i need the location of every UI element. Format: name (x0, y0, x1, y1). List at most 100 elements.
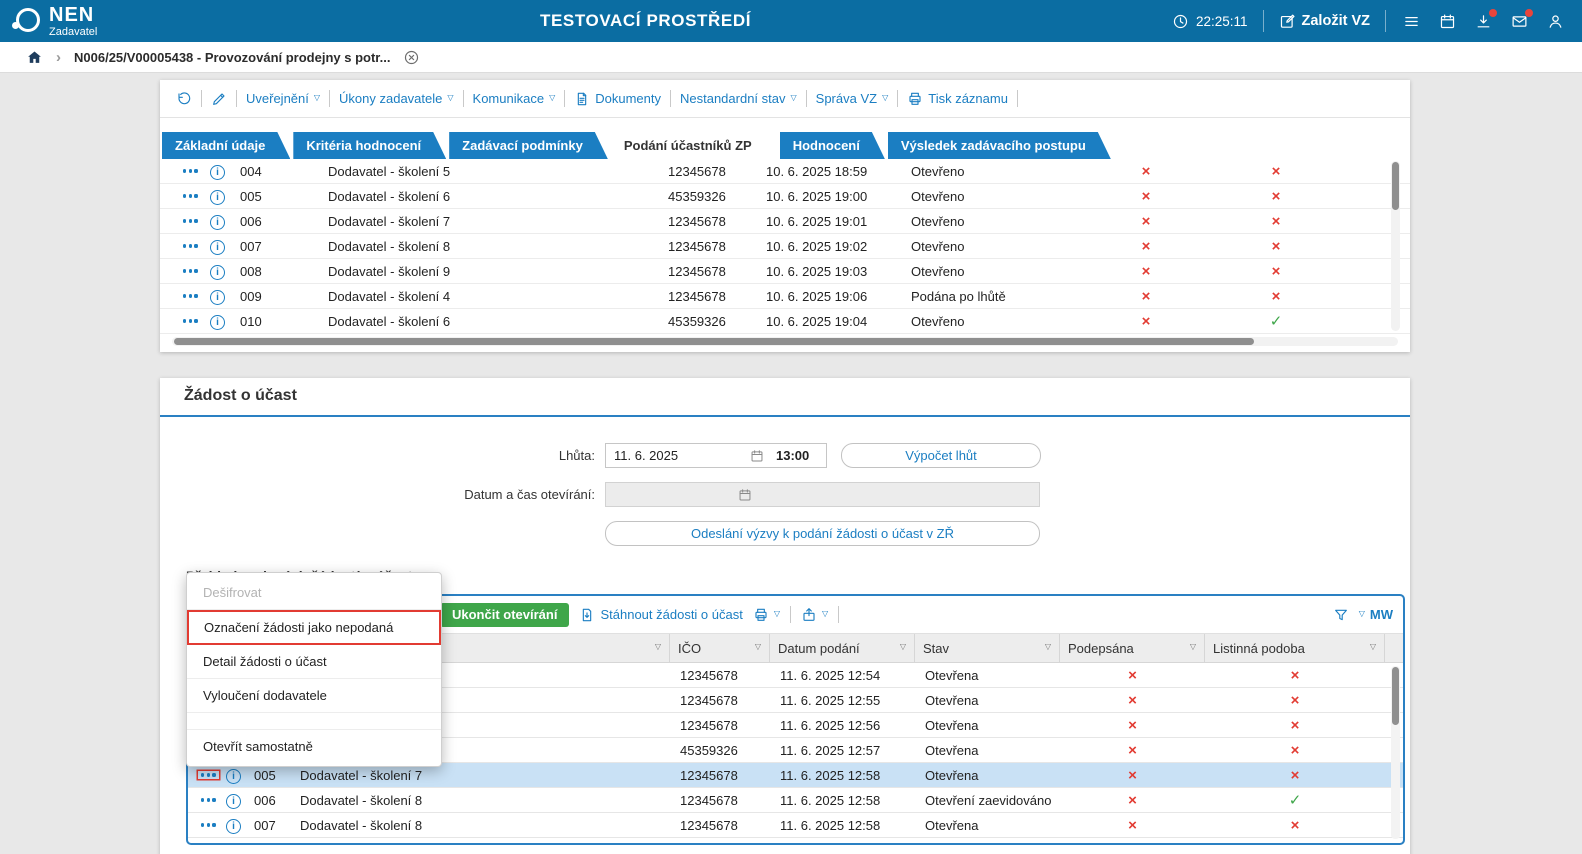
row-actions-button[interactable] (180, 317, 210, 324)
menu-uverejneni[interactable]: Uveřejnění▽ (246, 91, 320, 106)
vertical-scrollbar[interactable] (1391, 666, 1400, 839)
menu-item[interactable]: Dešifrovat (187, 576, 441, 610)
table-row[interactable]: i 004 Dodavatel - školení 5 12345678 10.… (160, 159, 1410, 184)
print-table-button[interactable]: ▽ (753, 607, 780, 623)
print-record-button[interactable]: Tisk záznamu (907, 91, 1008, 107)
download-requests-link[interactable]: Stáhnout žádosti o účast (579, 607, 742, 623)
deadline-datetime-input[interactable]: 11. 6. 2025 13:00 (605, 443, 827, 468)
menu-item[interactable]: Označení žádosti jako nepodaná (187, 610, 441, 645)
calc-deadlines-button[interactable]: Výpočet lhůt (841, 443, 1041, 468)
row-info-button[interactable]: i (210, 188, 240, 205)
row-actions-button[interactable] (180, 292, 210, 299)
tab[interactable]: Kritéria hodnocení (293, 132, 446, 159)
row-info-button[interactable]: i (210, 163, 240, 180)
calendar-icon[interactable] (750, 449, 764, 463)
cell-status: Otevřeno (911, 214, 1081, 229)
row-actions-button[interactable] (180, 167, 210, 174)
row-info-button[interactable]: i (226, 817, 254, 834)
menu-nestandardni-stav[interactable]: Nestandardní stav▽ (680, 91, 797, 106)
cell-supplier: Dodavatel - školení 4 (328, 289, 668, 304)
messages-button[interactable] (1509, 11, 1530, 32)
cell-supplier: Dodavatel - školení 7 (328, 214, 668, 229)
horizontal-scrollbar[interactable] (172, 337, 1398, 346)
finish-opening-button[interactable]: Ukončit otevírání (440, 603, 569, 627)
signed-mark: × (1060, 742, 1205, 759)
tab[interactable]: Hodnocení (780, 132, 885, 159)
menu-item[interactable]: Vyloučení dodavatele (187, 679, 441, 713)
filter-dropdown-icon[interactable]: ▽ (655, 643, 661, 651)
menu-komunikace[interactable]: Komunikace▽ (473, 91, 556, 106)
tab[interactable]: Podání účastníků ZP (611, 132, 777, 159)
menu-item[interactable]: Otevřít samostatně (187, 729, 441, 763)
chevron-down-icon: ▽ (447, 94, 453, 102)
row-actions-button[interactable] (180, 242, 210, 249)
row-info-button[interactable]: i (210, 263, 240, 280)
filter-dropdown-icon[interactable]: ▽ (755, 643, 761, 651)
main-menu-button[interactable] (1401, 11, 1422, 32)
table-row[interactable]: i 010 Dodavatel - školení 6 45359326 10.… (160, 309, 1410, 334)
table-row[interactable]: i 009 Dodavatel - školení 4 12345678 10.… (160, 284, 1410, 309)
edit-record-button[interactable] (211, 91, 227, 107)
menu-ukony-zadavatele[interactable]: Úkony zadavatele▽ (339, 91, 454, 106)
downloads-button[interactable] (1473, 11, 1494, 32)
table-row[interactable]: i 007 Dodavatel - školení 8 12345678 11.… (188, 813, 1403, 838)
row-info-button[interactable]: i (226, 792, 254, 809)
column-ico[interactable]: IČO▽ (670, 634, 770, 662)
cell-status: Otevřeno (911, 314, 1081, 329)
menu-dokumenty[interactable]: Dokumenty (574, 91, 661, 107)
filter-dropdown-icon[interactable]: ▽ (1045, 643, 1051, 651)
table-row[interactable]: i 005 Dodavatel - školení 6 45359326 10.… (160, 184, 1410, 209)
close-record-button[interactable] (403, 49, 420, 66)
cell-submitted: 10. 6. 2025 19:06 (766, 289, 911, 304)
chevron-down-icon: ▽ (1359, 610, 1365, 618)
column-podepsana[interactable]: Podepsána▽ (1060, 634, 1205, 662)
info-icon: i (210, 165, 225, 180)
view-selector[interactable]: ▽MW (1359, 607, 1393, 622)
row-actions-button[interactable] (198, 821, 226, 828)
row-actions-button[interactable] (180, 267, 210, 274)
table-row[interactable]: i 006 Dodavatel - školení 7 12345678 10.… (160, 209, 1410, 234)
tab[interactable]: Základní údaje (162, 132, 290, 159)
filter-dropdown-icon[interactable]: ▽ (1370, 643, 1376, 651)
filter-button[interactable] (1333, 607, 1349, 623)
home-button[interactable] (26, 49, 43, 66)
table-row[interactable]: i 007 Dodavatel - školení 8 12345678 10.… (160, 234, 1410, 259)
cell-date: 11. 6. 2025 12:55 (770, 693, 915, 708)
profile-button[interactable] (1545, 11, 1566, 32)
row-info-button[interactable]: i (210, 213, 240, 230)
tab[interactable]: Výsledek zadávacího postupu (888, 132, 1111, 159)
menu-item[interactable]: Detail žádosti o účast (187, 645, 441, 679)
signed-mark: × (1081, 163, 1211, 180)
menu-sprava-vz[interactable]: Správa VZ▽ (816, 91, 889, 106)
calendar-button[interactable] (1437, 11, 1458, 32)
cell-ico: 12345678 (668, 214, 766, 229)
tab-bar: Základní údaje Kritéria hodnocení Zadáva… (162, 132, 1410, 159)
row-actions-button[interactable] (198, 771, 226, 778)
tab-label: Kritéria hodnocení (306, 138, 421, 153)
row-info-button[interactable]: i (226, 767, 254, 784)
menu-item-label: Vyloučení dodavatele (203, 688, 327, 703)
row-info-button[interactable]: i (210, 313, 240, 330)
filter-dropdown-icon[interactable]: ▽ (1190, 643, 1196, 651)
tab[interactable]: Zadávací podmínky (449, 132, 608, 159)
table-row[interactable]: i 006 Dodavatel - školení 8 12345678 11.… (188, 788, 1403, 813)
column-stav[interactable]: Stav▽ (915, 634, 1060, 662)
filter-dropdown-icon[interactable]: ▽ (900, 643, 906, 651)
column-datum-podani[interactable]: Datum podání▽ (770, 634, 915, 662)
nen-logo[interactable]: NEN Zadavatel (16, 5, 97, 38)
column-listinna-podoba[interactable]: Listinná podoba▽ (1205, 634, 1385, 662)
row-actions-button[interactable] (180, 217, 210, 224)
send-request-call-button[interactable]: Odeslání výzvy k podání žádosti o účast … (605, 521, 1040, 546)
row-info-button[interactable]: i (210, 288, 240, 305)
refresh-button[interactable] (176, 91, 192, 107)
row-info-button[interactable]: i (210, 238, 240, 255)
share-icon (801, 607, 817, 623)
breadcrumb-item[interactable]: N006/25/V00005438 - Provozování prodejny… (74, 50, 390, 65)
pencil-icon (211, 91, 227, 107)
create-vz-button[interactable]: Založit VZ (1279, 13, 1370, 30)
table-row[interactable]: i 008 Dodavatel - školení 9 12345678 10.… (160, 259, 1410, 284)
export-button[interactable]: ▽ (801, 607, 828, 623)
row-actions-button[interactable] (198, 796, 226, 803)
vertical-scrollbar[interactable] (1391, 161, 1400, 331)
row-actions-button[interactable] (180, 192, 210, 199)
